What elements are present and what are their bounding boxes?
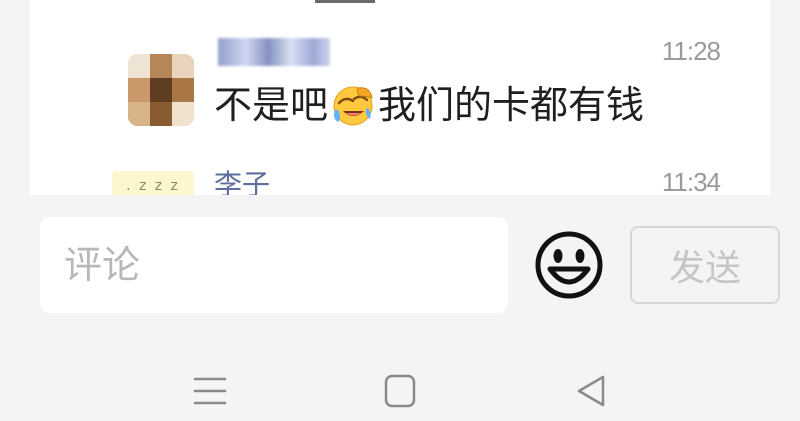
menu-icon [193, 377, 227, 405]
back-button[interactable] [570, 371, 614, 411]
smiley-face-icon [535, 231, 603, 299]
avatar[interactable] [128, 54, 194, 126]
home-button[interactable] [378, 371, 422, 411]
send-button[interactable]: 发送 [630, 226, 780, 304]
comment-item[interactable]: . z z z 李子 11:34 [30, 165, 770, 195]
recent-apps-button[interactable] [188, 371, 232, 411]
nickname-pixelated[interactable] [218, 38, 330, 66]
comment-text-part: 不是吧 [214, 83, 329, 127]
comment-item[interactable]: 11:28 不是吧 我们的卡都有钱 [30, 30, 770, 140]
comment-list: 11:28 不是吧 我们的卡都有钱 . z z z 李子 11:34 [30, 0, 770, 195]
back-triangle-icon [577, 375, 605, 407]
comment-time: 11:34 [661, 167, 721, 195]
previous-comment-edge [315, 0, 375, 3]
avatar[interactable]: . z z z [112, 171, 194, 195]
comment-text: 不是吧 我们的卡都有钱 [214, 82, 644, 128]
comment-input[interactable] [40, 217, 508, 313]
app-screen: 11:28 不是吧 我们的卡都有钱 . z z z 李子 11:34 评论 发送 [0, 0, 800, 421]
laughing-face-emoji-icon [333, 86, 373, 125]
emoji-button[interactable] [533, 229, 605, 301]
comment-nickname[interactable]: 李子 [214, 163, 270, 195]
home-square-icon [384, 374, 416, 408]
comment-time: 11:28 [661, 36, 721, 66]
system-nav-bar [0, 335, 800, 421]
comment-input-bar: 发送 [0, 195, 800, 335]
comment-text-part: 我们的卡都有钱 [378, 83, 645, 127]
